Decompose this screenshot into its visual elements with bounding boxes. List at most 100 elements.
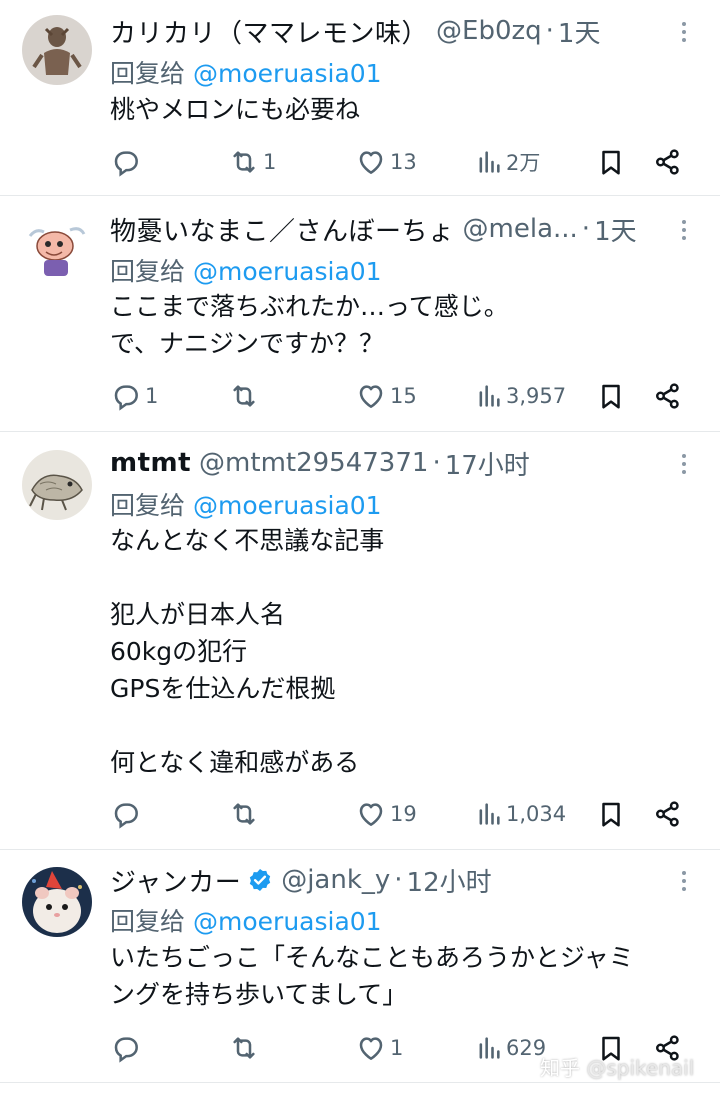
tweet-text: 桃やメロンにも必要ね xyxy=(110,91,700,128)
retweet-button[interactable]: 1 xyxy=(228,142,276,182)
reply-mention-link[interactable]: @moeruasia01 xyxy=(193,59,382,88)
like-icon xyxy=(359,1037,383,1060)
reply-button[interactable] xyxy=(110,1028,145,1068)
more-icon[interactable] xyxy=(674,449,694,479)
reply-prefix: 回复给 xyxy=(110,491,186,520)
timestamp[interactable]: 12小时 xyxy=(407,862,492,899)
avatar[interactable] xyxy=(22,450,92,520)
tweet-text-line: 犯人が日本人名 xyxy=(110,600,286,629)
reply-button[interactable] xyxy=(110,794,145,834)
display-name[interactable]: カリカリ（ママレモン味） xyxy=(110,13,428,50)
tweet[interactable]: ジャンカー @jank_y · 12小时 回复给 @moeruasia01 いたち… xyxy=(0,850,720,1083)
share-icon xyxy=(656,801,679,827)
views-button[interactable]: 3,957 xyxy=(475,376,566,416)
share-icon xyxy=(656,383,679,409)
avatar[interactable] xyxy=(22,216,92,286)
bookmark-icon xyxy=(602,150,620,175)
view-count: 1,034 xyxy=(506,802,567,826)
display-name[interactable]: mtmt xyxy=(110,448,191,478)
watermark-user: @spikenail xyxy=(586,1056,695,1080)
timestamp[interactable]: 17小时 xyxy=(445,445,530,482)
bookmark-button[interactable] xyxy=(596,376,626,416)
tweet-header: ジャンカー @jank_y · 12小时 xyxy=(110,860,660,900)
retweet-button[interactable] xyxy=(228,376,263,416)
like-count: 15 xyxy=(390,384,417,408)
watermark-site: 知乎 xyxy=(540,1056,580,1080)
action-bar: 1 13 2万 xyxy=(110,142,690,182)
avatar[interactable] xyxy=(22,15,92,85)
retweet-button[interactable] xyxy=(228,1028,263,1068)
more-icon[interactable] xyxy=(674,866,694,896)
like-button[interactable]: 15 xyxy=(355,376,417,416)
retweet-icon xyxy=(233,803,255,825)
share-button[interactable] xyxy=(653,794,683,834)
user-handle[interactable]: @mtmt29547371 xyxy=(199,448,428,478)
tweet-text-line: GPSを仕込んだ根拠 xyxy=(110,674,336,703)
tweet[interactable]: カリカリ（ママレモン味） @Eb0zq · 1天 回复给 @moeruasia01… xyxy=(0,0,720,196)
like-count: 19 xyxy=(390,802,417,826)
views-icon xyxy=(479,803,500,825)
views-button[interactable]: 1,034 xyxy=(475,794,566,834)
tweet-text-line: いたちごっこ「そんなこともあろうかとジャミ xyxy=(110,943,634,972)
reply-button[interactable]: 1 xyxy=(110,376,158,416)
tweet[interactable]: mtmt @mtmt29547371 · 17小时 回复给 @moeruasia0… xyxy=(0,432,720,850)
view-count: 3,957 xyxy=(506,384,567,408)
separator-dot: · xyxy=(432,448,441,478)
reply-button[interactable] xyxy=(110,142,145,182)
tweet-text: いたちごっこ「そんなこともあろうかとジャミ ングを持ち歩いてまして」 xyxy=(110,939,700,1013)
tweet-text-line: なんとなく不思議な記事 xyxy=(110,526,385,555)
bookmark-button[interactable] xyxy=(596,794,626,834)
action-bar: 19 1,034 xyxy=(110,794,690,834)
view-count: 2万 xyxy=(506,151,541,175)
tweet-text-line: 何となく違和感がある xyxy=(110,748,360,777)
views-button[interactable]: 2万 xyxy=(475,142,540,182)
display-name[interactable]: ジャンカー xyxy=(110,862,241,899)
tweet[interactable]: 物憂いなまこ／さんぼーちょ @mela... · 1天 回复给 @moeruasi… xyxy=(0,196,720,432)
reply-to-line: 回复给 @moeruasia01 xyxy=(110,54,382,90)
retweet-button[interactable] xyxy=(228,794,263,834)
like-count: 1 xyxy=(390,1036,404,1060)
tweet-text-line: ここまで落ちぶれたか…って感じ。 xyxy=(110,292,509,321)
tweet-text: なんとなく不思議な記事 犯人が日本人名 60kgの犯行 GPSを仕込んだ根拠 何… xyxy=(110,522,700,781)
retweet-icon xyxy=(233,385,255,407)
reply-to-line: 回复给 @moeruasia01 xyxy=(110,902,382,938)
share-button[interactable] xyxy=(653,376,683,416)
retweet-icon xyxy=(233,1037,255,1059)
user-handle[interactable]: @Eb0zq xyxy=(436,16,542,46)
reply-to-line: 回复给 @moeruasia01 xyxy=(110,252,382,288)
like-button[interactable]: 13 xyxy=(355,142,417,182)
views-button[interactable]: 629 xyxy=(475,1028,546,1068)
like-button[interactable]: 1 xyxy=(355,1028,403,1068)
user-handle[interactable]: @mela... xyxy=(463,214,578,244)
like-icon xyxy=(359,385,383,408)
share-icon xyxy=(656,149,679,175)
avatar[interactable] xyxy=(22,867,92,937)
reply-mention-link[interactable]: @moeruasia01 xyxy=(193,907,382,936)
tweet-header: カリカリ（ママレモン味） @Eb0zq · 1天 xyxy=(110,11,660,51)
display-name[interactable]: 物憂いなまこ／さんぼーちょ xyxy=(110,211,455,248)
like-button[interactable]: 19 xyxy=(355,794,417,834)
more-icon[interactable] xyxy=(674,215,694,245)
views-icon xyxy=(479,385,500,407)
bookmark-button[interactable] xyxy=(596,142,626,182)
reply-mention-link[interactable]: @moeruasia01 xyxy=(193,491,382,520)
tweet-text: ここまで落ちぶれたか…って感じ。 で、ナニジンですか？？ xyxy=(110,288,700,362)
reply-mention-link[interactable]: @moeruasia01 xyxy=(193,257,382,286)
tweet-text-line: 60kgの犯行 xyxy=(110,637,248,666)
user-handle[interactable]: @jank_y xyxy=(281,865,390,895)
watermark: 知乎 @spikenail xyxy=(540,1052,694,1081)
timestamp[interactable]: 1天 xyxy=(558,13,601,50)
separator-dot: · xyxy=(394,865,403,895)
timestamp[interactable]: 1天 xyxy=(594,211,637,248)
tweet-text-blank-line xyxy=(110,707,700,744)
like-count: 13 xyxy=(390,150,417,174)
reply-prefix: 回复给 xyxy=(110,59,186,88)
more-icon[interactable] xyxy=(674,17,694,47)
reply-count: 1 xyxy=(145,384,159,408)
verified-badge-icon xyxy=(247,867,273,893)
tweet-header: 物憂いなまこ／さんぼーちょ @mela... · 1天 xyxy=(110,209,660,249)
bookmark-icon xyxy=(602,384,620,409)
share-button[interactable] xyxy=(653,142,683,182)
reply-prefix: 回复给 xyxy=(110,257,186,286)
tweet-text-line: ングを持ち歩いてまして」 xyxy=(110,980,408,1009)
